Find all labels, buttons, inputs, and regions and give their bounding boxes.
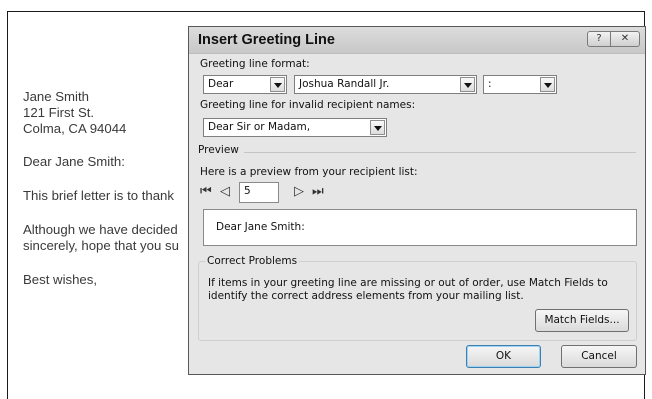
last-record-icon[interactable]: ⏭ xyxy=(312,184,324,199)
close-button[interactable]: ✕ xyxy=(610,31,640,47)
recipient-street: 121 First St. xyxy=(23,105,95,120)
punctuation-dropdown[interactable]: : xyxy=(483,75,557,94)
recipient-name: Jane Smith xyxy=(23,89,89,104)
correct-problems-label: Correct Problems xyxy=(205,255,300,267)
preview-label: Preview xyxy=(198,144,239,156)
invalid-names-label: Greeting line for invalid recipient name… xyxy=(200,99,416,111)
record-number-input[interactable]: 5 xyxy=(239,182,279,203)
invalid-greeting-dropdown[interactable]: Dear Sir or Madam, xyxy=(203,118,387,137)
chevron-down-icon xyxy=(270,77,285,92)
invalid-greeting-value: Dear Sir or Madam, xyxy=(208,121,311,133)
previous-record-icon[interactable]: ◁ xyxy=(220,184,230,199)
correct-problems-text: If items in your greeting line are missi… xyxy=(208,277,608,302)
dialog-title: Insert Greeting Line xyxy=(198,32,335,48)
next-record-icon[interactable]: ▷ xyxy=(294,184,304,199)
salutation-value: Dear xyxy=(208,78,234,90)
chevron-down-icon xyxy=(370,120,385,135)
insert-greeting-line-dialog: Insert Greeting Line ? ✕ Greeting line f… xyxy=(188,26,646,375)
salutation-dropdown[interactable]: Dear xyxy=(203,75,287,94)
first-record-icon[interactable]: ⏮ xyxy=(200,184,212,199)
preview-separator xyxy=(244,152,636,153)
greeting-preview-box: Dear Jane Smith: xyxy=(203,209,637,246)
preview-greeting-text: Dear Jane Smith: xyxy=(216,221,305,233)
letter-line-3: sincerely, hope that you su xyxy=(23,238,179,253)
name-format-value: Joshua Randall Jr. xyxy=(299,78,390,90)
preview-from-label: Here is a preview from your recipient li… xyxy=(200,166,418,178)
punctuation-value: : xyxy=(488,78,492,90)
help-button[interactable]: ? xyxy=(587,31,611,47)
letter-line-2: Although we have decided xyxy=(23,222,178,237)
letter-greeting: Dear Jane Smith: xyxy=(23,154,125,169)
recipient-city: Colma, CA 94044 xyxy=(23,121,127,136)
match-fields-button[interactable]: Match Fields... xyxy=(535,309,629,332)
cancel-button[interactable]: Cancel xyxy=(561,345,637,368)
dialog-titlebar: Insert Greeting Line ? ✕ xyxy=(189,27,645,54)
ok-button[interactable]: OK xyxy=(466,345,541,368)
chevron-down-icon xyxy=(460,77,475,92)
letter-closing: Best wishes, xyxy=(23,272,98,287)
greeting-format-label: Greeting line format: xyxy=(200,58,310,70)
chevron-down-icon xyxy=(540,77,555,92)
name-format-dropdown[interactable]: Joshua Randall Jr. xyxy=(294,75,477,94)
letter-line-1: This brief letter is to thank xyxy=(23,188,174,203)
